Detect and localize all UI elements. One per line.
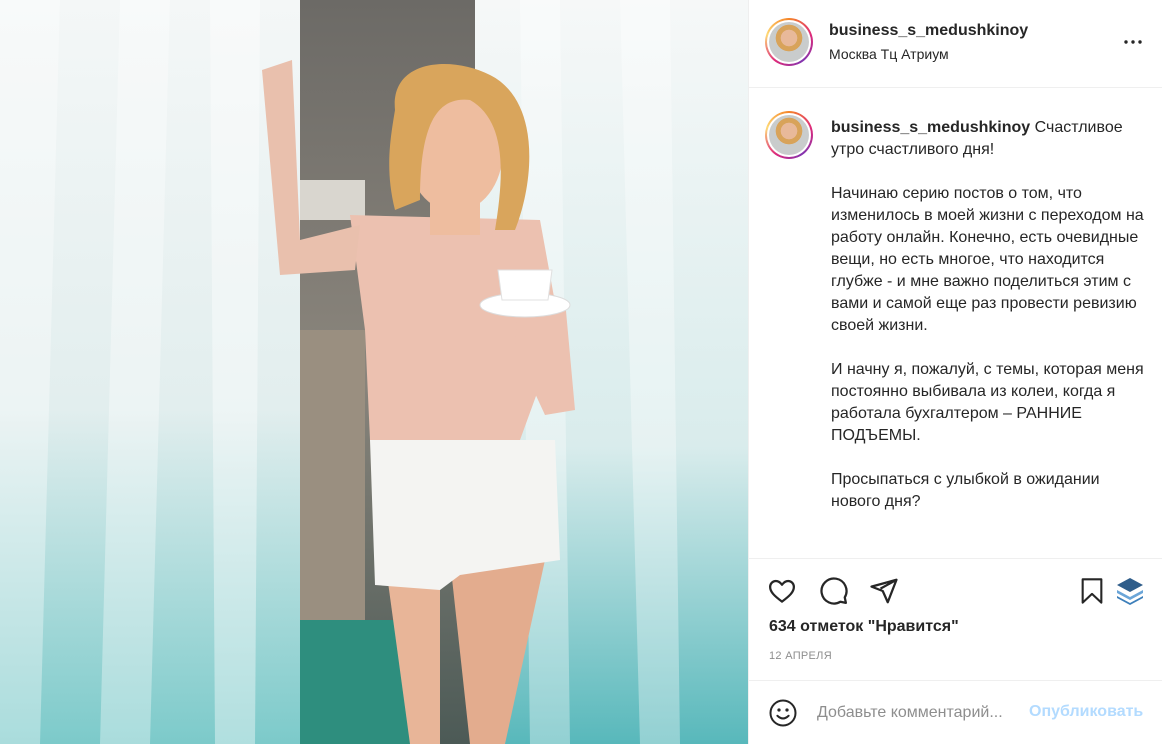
more-options-icon[interactable]	[1121, 30, 1145, 54]
caption-first-paragraph: business_s_medushkinoy Счастливое утро с…	[831, 117, 1145, 161]
comment-icon	[820, 577, 848, 605]
share-icon	[870, 578, 898, 604]
post-panel: business_s_medushkinoy Москва Тц Атриум …	[748, 0, 1162, 744]
avatar-image	[769, 22, 809, 62]
save-button[interactable]	[1075, 574, 1109, 608]
heart-icon	[769, 579, 795, 603]
post-date[interactable]: 12 АПРЕЛЯ	[769, 650, 832, 662]
comment-bar: Опубликовать	[749, 680, 1162, 744]
bookmark-icon	[1081, 578, 1103, 604]
post-photo[interactable]	[0, 0, 748, 744]
caption-text: business_s_medushkinoy Счастливое утро с…	[831, 117, 1145, 535]
emoji-button[interactable]	[767, 697, 799, 729]
avatar-image	[769, 115, 809, 155]
layers-button[interactable]	[1113, 574, 1147, 608]
comment-input[interactable]	[817, 701, 1027, 725]
action-bar	[749, 560, 1162, 624]
author-username[interactable]: business_s_medushkinoy	[829, 22, 1028, 40]
post-header: business_s_medushkinoy Москва Тц Атриум	[749, 0, 1162, 88]
likes-count[interactable]: 634 отметок "Нравится"	[769, 618, 959, 636]
layers-icon	[1117, 578, 1143, 605]
caption-username[interactable]: business_s_medushkinoy	[831, 119, 1030, 136]
comment-button[interactable]	[817, 574, 851, 608]
caption-area: business_s_medushkinoy Счастливое утро с…	[749, 89, 1162, 559]
share-button[interactable]	[867, 574, 901, 608]
publish-button[interactable]: Опубликовать	[1029, 703, 1143, 721]
author-avatar[interactable]	[765, 18, 813, 66]
caption-paragraph: И начну я, пожалуй, с темы, которая меня…	[831, 361, 1144, 444]
post-location[interactable]: Москва Тц Атриум	[829, 46, 949, 62]
like-button[interactable]	[765, 574, 799, 608]
caption-paragraph: Начинаю серию постов о том, что изменило…	[831, 185, 1144, 334]
caption-paragraph: Просыпаться с улыбкой в ожидании нового …	[831, 471, 1100, 510]
post-photo-illustration	[0, 0, 748, 744]
emoji-icon	[769, 699, 797, 727]
caption-avatar[interactable]	[765, 111, 813, 159]
